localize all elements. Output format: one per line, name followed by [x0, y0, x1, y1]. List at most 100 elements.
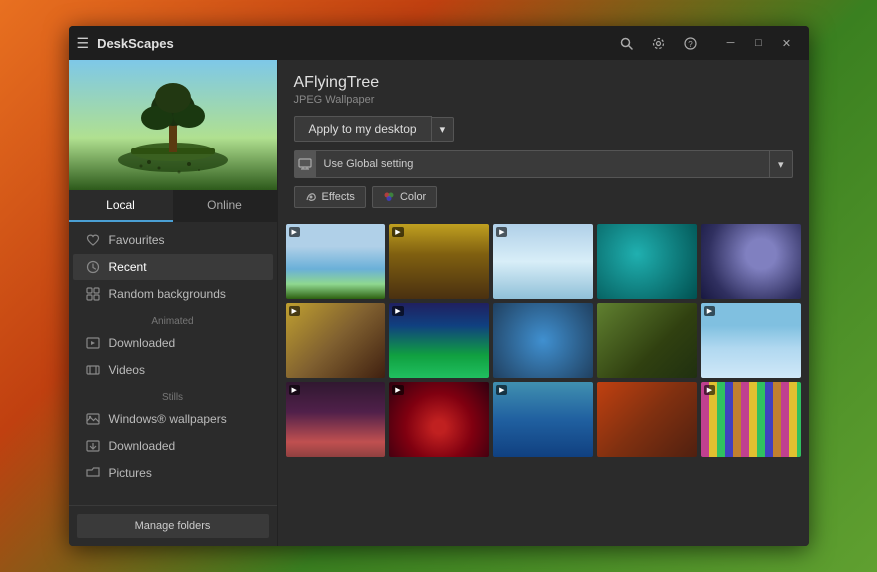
film-icon	[85, 362, 101, 378]
grid-thumbnail	[389, 224, 489, 299]
grid-thumbnail	[597, 303, 697, 378]
sidebar-item-downloaded-animated[interactable]: Downloaded	[73, 330, 273, 356]
stills-section-label: Stills	[69, 384, 277, 405]
clock-icon	[85, 259, 101, 275]
shuffle-icon	[85, 286, 101, 302]
download-icon	[85, 438, 101, 454]
video-download-icon	[85, 335, 101, 351]
sidebar-item-recent[interactable]: Recent	[73, 254, 273, 280]
grid-thumbnail	[493, 303, 593, 378]
video-badge: ▶	[496, 227, 507, 237]
tab-online[interactable]: Online	[173, 190, 277, 222]
effects-button[interactable]: Effects	[294, 186, 366, 208]
effects-icon	[305, 191, 317, 203]
grid-item[interactable]: ▶	[389, 382, 489, 457]
preview-image	[69, 60, 277, 190]
video-badge: ▶	[392, 227, 403, 237]
effect-color-row: Effects Color	[294, 186, 793, 208]
sidebar-item-favourites[interactable]: Favourites	[73, 227, 273, 253]
downloaded-stills-label: Downloaded	[109, 439, 176, 453]
sidebar-footer: Manage folders	[69, 505, 277, 546]
grid-item[interactable]	[493, 303, 593, 378]
main-window: ☰ DeskScapes ?	[69, 26, 809, 546]
apply-button[interactable]: Apply to my desktop	[294, 116, 432, 142]
grid-thumbnail	[286, 224, 386, 299]
recent-label: Recent	[109, 260, 147, 274]
folder-icon	[85, 465, 101, 481]
content-area: Local Online Favourites	[69, 60, 809, 546]
settings-button[interactable]	[645, 29, 673, 57]
video-badge: ▶	[392, 385, 403, 395]
grid-thumbnail	[493, 224, 593, 299]
wallpaper-grid: ▶ ▶ ▶	[286, 224, 801, 457]
grid-item[interactable]: ▶	[493, 224, 593, 299]
title-bar: ☰ DeskScapes ?	[69, 26, 809, 60]
grid-item[interactable]: ▶	[286, 224, 386, 299]
grid-thumbnail	[493, 382, 593, 457]
close-button[interactable]: ✕	[773, 29, 801, 57]
wallpaper-type: JPEG Wallpaper	[294, 94, 793, 106]
color-button[interactable]: Color	[372, 186, 437, 208]
right-panel: AFlyingTree JPEG Wallpaper Apply to my d…	[277, 60, 809, 546]
title-bar-left: ☰ DeskScapes	[77, 35, 174, 52]
wallpaper-name: AFlyingTree	[294, 74, 793, 92]
grid-thumbnail	[597, 224, 697, 299]
sidebar-item-videos[interactable]: Videos	[73, 357, 273, 383]
sidebar-item-pictures[interactable]: Pictures	[73, 460, 273, 486]
sidebar-item-random[interactable]: Random backgrounds	[73, 281, 273, 307]
help-button[interactable]: ?	[677, 29, 705, 57]
grid-item[interactable]	[597, 382, 697, 457]
windows-wallpapers-label: Windows® wallpapers	[109, 412, 227, 426]
grid-thumbnail	[701, 382, 801, 457]
video-badge: ▶	[496, 385, 507, 395]
video-badge: ▶	[289, 227, 300, 237]
global-setting-select[interactable]: Use Global setting	[316, 150, 770, 178]
grid-thumbnail	[701, 303, 801, 378]
video-badge: ▶	[289, 385, 300, 395]
sidebar-nav: Favourites Recent	[69, 222, 277, 505]
window-controls: ─ □ ✕	[717, 29, 801, 57]
global-setting-row: Use Global setting ▾	[294, 150, 793, 178]
random-label: Random backgrounds	[109, 287, 226, 301]
nav-tabs: Local Online	[69, 190, 277, 222]
heart-icon	[85, 232, 101, 248]
grid-item[interactable]	[701, 224, 801, 299]
color-icon	[383, 191, 395, 203]
video-badge: ▶	[704, 306, 715, 316]
search-button[interactable]	[613, 29, 641, 57]
grid-item[interactable]: ▶	[286, 303, 386, 378]
title-bar-right: ? ─ □ ✕	[613, 29, 801, 57]
apply-row: Apply to my desktop ▾	[294, 116, 793, 142]
tab-local[interactable]: Local	[69, 190, 173, 222]
global-dropdown-button[interactable]: ▾	[770, 150, 793, 178]
monitor-icon	[294, 150, 316, 178]
pictures-label: Pictures	[109, 466, 152, 480]
manage-folders-button[interactable]: Manage folders	[77, 514, 269, 538]
grid-item[interactable]: ▶	[389, 224, 489, 299]
grid-thumbnail	[389, 303, 489, 378]
grid-item[interactable]	[597, 303, 697, 378]
videos-label: Videos	[109, 363, 145, 377]
grid-item[interactable]: ▶	[701, 382, 801, 457]
left-panel: Local Online Favourites	[69, 60, 277, 546]
grid-thumbnail	[286, 303, 386, 378]
grid-item[interactable]: ▶	[389, 303, 489, 378]
grid-thumbnail	[597, 382, 697, 457]
grid-item[interactable]: ▶	[493, 382, 593, 457]
svg-text:?: ?	[688, 40, 693, 49]
sidebar-item-windows-wallpapers[interactable]: Windows® wallpapers	[73, 406, 273, 432]
sidebar-item-downloaded-stills[interactable]: Downloaded	[73, 433, 273, 459]
grid-item[interactable]: ▶	[286, 382, 386, 457]
animated-section-label: Animated	[69, 308, 277, 329]
menu-icon[interactable]: ☰	[77, 35, 90, 52]
apply-dropdown-button[interactable]: ▾	[432, 117, 455, 142]
grid-item[interactable]	[597, 224, 697, 299]
video-badge: ▶	[289, 306, 300, 316]
grid-thumbnail	[701, 224, 801, 299]
image-icon	[85, 411, 101, 427]
minimize-button[interactable]: ─	[717, 29, 745, 57]
grid-item[interactable]: ▶	[701, 303, 801, 378]
maximize-button[interactable]: □	[745, 29, 773, 57]
color-label: Color	[400, 191, 426, 203]
video-badge: ▶	[704, 385, 715, 395]
